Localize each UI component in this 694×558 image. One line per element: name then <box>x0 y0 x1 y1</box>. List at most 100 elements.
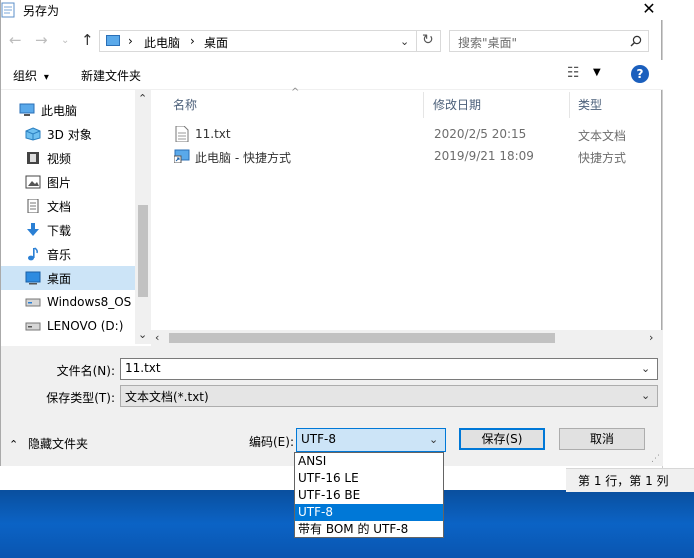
help-icon[interactable]: ? <box>631 65 649 83</box>
chevron-down-icon: ▾ <box>43 72 49 83</box>
sidebar-item-desktop[interactable]: 桌面 <box>1 266 135 290</box>
sort-ascending-icon: ^ <box>291 87 300 98</box>
cursor-position: 第 1 行，第 1 列 <box>578 474 669 488</box>
close-icon: ✕ <box>642 0 656 18</box>
sidebar-item-label: 此电脑 <box>41 103 78 118</box>
cancel-button[interactable]: 取消 <box>559 428 645 450</box>
sidebar-item-windows-os-drive[interactable]: Windows8_OS <box>1 290 135 314</box>
search-icon <box>630 35 642 47</box>
address-dropdown-icon[interactable]: ⌄ <box>400 35 409 48</box>
dialog-title: 另存为 <box>23 4 60 18</box>
encoding-option-utf16le[interactable]: UTF-16 LE <box>295 470 443 487</box>
column-header-type[interactable]: 类型 <box>578 96 602 113</box>
sidebar-item-downloads[interactable]: 下载 <box>1 218 135 242</box>
sidebar-item-label: 下载 <box>47 223 72 238</box>
search-input[interactable]: 搜索"桌面" <box>458 34 517 51</box>
breadcrumb-this-pc[interactable]: 此电脑 <box>144 34 180 51</box>
filename-value: 11.txt <box>125 361 161 375</box>
filetype-select[interactable]: 文本文档(*.txt) ⌄ <box>120 385 658 407</box>
sidebar-item-lenovo-drive[interactable]: LENOVO (D:) <box>1 314 135 338</box>
back-arrow-icon[interactable]: ← <box>9 31 22 49</box>
shortcut-icon <box>174 149 190 163</box>
column-header-modified[interactable]: 修改日期 <box>433 96 481 113</box>
up-arrow-icon[interactable]: ↑ <box>81 31 94 49</box>
refresh-icon[interactable]: ↻ <box>422 32 434 48</box>
sidebar-item-videos[interactable]: 视频 <box>1 146 135 170</box>
picture-icon <box>25 175 41 189</box>
scroll-right-icon[interactable]: › <box>649 331 653 344</box>
file-modified: 2020/2/5 20:15 <box>434 127 527 141</box>
search-box[interactable]: 搜索"桌面" <box>449 30 649 52</box>
recent-locations-chevron-icon[interactable]: ⌄ <box>61 35 69 46</box>
sidebar-item-label: 音乐 <box>47 247 72 262</box>
document-icon <box>27 199 39 213</box>
sidebar-item-documents[interactable]: 文档 <box>1 194 135 218</box>
column-divider[interactable] <box>569 92 570 118</box>
chevron-down-icon[interactable]: ⌄ <box>641 362 650 375</box>
file-modified: 2019/9/21 18:09 <box>434 149 534 163</box>
breadcrumb-desktop[interactable]: 桌面 <box>204 34 228 51</box>
sidebar-item-pictures[interactable]: 图片 <box>1 170 135 194</box>
chevron-up-icon: ⌃ <box>9 438 19 451</box>
text-file-icon <box>175 126 189 142</box>
sidebar-item-this-pc[interactable]: 此电脑 <box>1 98 135 122</box>
scroll-left-icon[interactable]: ‹ <box>155 331 159 344</box>
encoding-option-utf16be[interactable]: UTF-16 BE <box>295 487 443 504</box>
sidebar-item-label: 桌面 <box>47 271 72 286</box>
filename-label: 文件名(N): <box>56 364 115 378</box>
address-bar[interactable]: › 此电脑 › 桌面 ⌄ ↻ <box>99 30 441 52</box>
chevron-down-icon: ⌄ <box>641 389 651 402</box>
sidebar-item-label: 视频 <box>47 151 72 166</box>
scroll-up-icon[interactable]: ⌃ <box>138 92 147 105</box>
sidebar-item-music[interactable]: 音乐 <box>1 242 135 266</box>
encoding-select[interactable]: UTF-8 ⌄ <box>296 428 446 452</box>
scrollbar-thumb[interactable] <box>169 333 555 343</box>
encoding-dropdown-list: ANSI UTF-16 LE UTF-16 BE UTF-8 带有 BOM 的 … <box>294 452 444 538</box>
music-icon <box>28 247 38 261</box>
scroll-down-icon[interactable]: ⌄ <box>138 328 147 341</box>
filename-input[interactable]: 11.txt ⌄ <box>120 358 658 380</box>
file-row[interactable]: 此电脑 - 快捷方式 2019/9/21 18:09 快捷方式 <box>171 146 661 168</box>
hide-folders-label: 隐藏文件夹 <box>28 437 89 451</box>
encoding-value: UTF-8 <box>301 432 336 446</box>
view-dropdown-chevron-icon[interactable]: ▼ <box>593 67 601 78</box>
save-button[interactable]: 保存(S) <box>459 428 545 450</box>
column-divider[interactable] <box>423 92 424 118</box>
file-name: 此电脑 - 快捷方式 <box>195 151 291 165</box>
sidebar-item-label: 3D 对象 <box>47 127 92 142</box>
computer-icon <box>106 35 120 46</box>
view-options-icon[interactable]: ☷ <box>567 65 580 81</box>
file-type: 快捷方式 <box>578 151 627 165</box>
resize-grip-icon[interactable]: ⋰ <box>651 454 660 464</box>
encoding-option-utf8-bom[interactable]: 带有 BOM 的 UTF-8 <box>295 521 443 538</box>
encoding-option-utf8[interactable]: UTF-8 <box>295 504 443 521</box>
cube-icon <box>25 127 41 141</box>
file-name: 11.txt <box>195 127 231 141</box>
encoding-label: 编码(E): <box>249 435 294 449</box>
organize-menu[interactable]: 组织 ▾ <box>13 67 49 84</box>
forward-arrow-icon[interactable]: → <box>35 31 48 49</box>
sidebar-item-3d-objects[interactable]: 3D 对象 <box>1 122 135 146</box>
filetype-value: 文本文档(*.txt) <box>125 390 209 404</box>
computer-icon <box>19 103 35 116</box>
file-type: 文本文档 <box>578 129 627 143</box>
notepad-window-edge <box>662 0 694 468</box>
navigation-pane: 此电脑 3D 对象 视频 图片 文档 下载 音乐 桌面 Windows8_OS … <box>1 90 151 344</box>
new-folder-button[interactable]: 新建文件夹 <box>81 67 141 84</box>
breadcrumb-separator-icon: › <box>128 34 133 48</box>
save-as-dialog: 另存为 ✕ ← → ⌄ ↑ › 此电脑 › 桌面 ⌄ ↻ 搜索"桌面" 组织 ▾… <box>0 0 663 466</box>
title-bar: 另存为 ✕ <box>1 0 663 20</box>
desktop-icon <box>25 271 41 285</box>
drive-icon <box>25 298 41 307</box>
organize-label: 组织 <box>13 69 38 83</box>
column-header-name[interactable]: 名称 <box>173 96 197 113</box>
scrollbar-thumb[interactable] <box>138 205 148 297</box>
hide-folders-toggle[interactable]: ⌃ 隐藏文件夹 <box>9 435 88 452</box>
encoding-option-ansi[interactable]: ANSI <box>295 453 443 470</box>
close-button[interactable]: ✕ <box>635 0 663 20</box>
sidebar-item-label: Windows8_OS <box>47 295 132 309</box>
breadcrumb-separator-icon: › <box>190 34 195 48</box>
file-row[interactable]: 11.txt 2020/2/5 20:15 文本文档 <box>171 124 661 146</box>
address-divider <box>416 31 417 51</box>
filetype-label: 保存类型(T): <box>46 391 115 405</box>
